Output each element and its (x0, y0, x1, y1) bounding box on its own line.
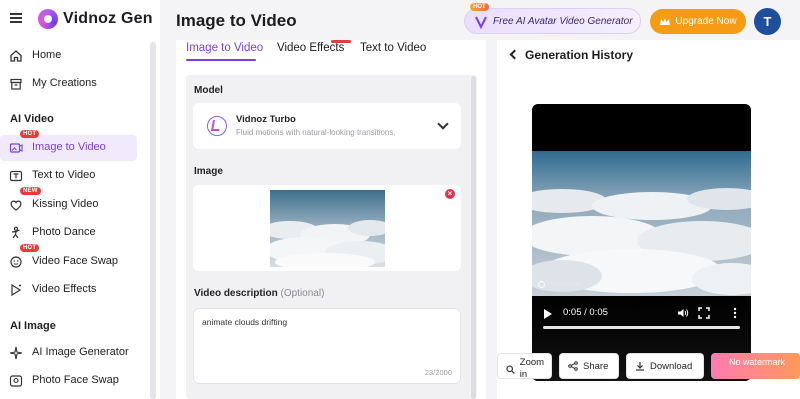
play-icon[interactable] (544, 309, 552, 319)
video-description-input[interactable]: animate clouds drifting 23/2000 (193, 308, 461, 384)
promo-label: Free AI Avatar Video Generator (493, 16, 633, 27)
logo-icon (38, 9, 58, 29)
video-time: 0:05 / 0:05 (563, 307, 608, 318)
new-marker (331, 40, 351, 43)
sidebar-item-home[interactable]: Home (0, 43, 137, 69)
logo-icon (538, 281, 545, 288)
sidebar-item-text-to-video[interactable]: Text to Video (0, 163, 137, 189)
form-scrollbar[interactable] (471, 76, 476, 399)
fullscreen-icon[interactable] (698, 307, 710, 319)
sidebar-item-label: Photo Face Swap (32, 374, 119, 386)
sidebar-item-label: AI Image Generator (32, 346, 129, 358)
photo-swap-icon (9, 375, 23, 387)
sidebar-item-kissing-video[interactable]: NEW Kissing Video (0, 187, 137, 218)
upgrade-label: Upgrade Now (675, 16, 737, 27)
sparkle-icon (9, 346, 23, 360)
text-video-icon (9, 170, 23, 182)
description-label: Video description (Optional) (194, 288, 325, 299)
effects-icon (11, 283, 22, 297)
sidebar-item-photo-dance[interactable]: Photo Dance (0, 220, 137, 246)
image-video-icon (9, 143, 23, 153)
tab-video-effects[interactable]: Video Effects (277, 42, 344, 54)
download-icon (636, 362, 644, 371)
sidebar-item-ai-image-generator[interactable]: AI Image Generator (0, 340, 137, 366)
model-label: Model (194, 85, 223, 96)
sidebar-item-label: Video Effects (32, 283, 97, 295)
model-select[interactable]: Vidnoz Turbo Fluid motions with natural-… (193, 103, 461, 149)
active-tab-indicator (186, 59, 256, 61)
share-icon (568, 361, 578, 371)
back-arrow-icon[interactable] (509, 49, 520, 60)
more-options-icon[interactable] (729, 307, 741, 319)
upgrade-button[interactable]: Upgrade Now (650, 9, 746, 34)
sidebar-item-photo-face-swap[interactable]: Photo Face Swap (0, 368, 137, 394)
model-name: Vidnoz Turbo (236, 114, 296, 125)
sidebar-item-label: Home (32, 49, 62, 61)
sidebar-item-video-effects[interactable]: Video Effects (0, 277, 137, 303)
dance-icon (11, 226, 20, 239)
archive-icon (10, 78, 22, 90)
generator-panel: Image to Video Video Effects Text to Vid… (176, 40, 486, 399)
search-icon (506, 365, 515, 374)
sidebar-item-label: Text to Video (32, 169, 96, 181)
video-progress-bar[interactable] (543, 326, 740, 329)
model-description: Fluid motions with natural-looking trans… (236, 128, 396, 137)
sidebar: Vidnoz Gen Home My Creations AI Video HO… (0, 0, 160, 399)
remove-image-icon[interactable]: × (445, 189, 455, 199)
character-counter: 23/2000 (424, 368, 452, 377)
new-badge: NEW (20, 187, 41, 195)
turbo-model-icon (207, 116, 227, 136)
section-title-ai-video: AI Video (10, 113, 54, 125)
chevron-down-icon (437, 118, 449, 130)
hot-badge: HOT (20, 130, 40, 138)
sidebar-scrollbar[interactable] (150, 42, 156, 399)
hot-badge: HOT (470, 3, 489, 11)
crown-icon (660, 17, 671, 25)
image-upload[interactable]: × (193, 185, 461, 271)
video-player[interactable]: Vidnoz Gen 0:05 / 0:05 (532, 104, 751, 381)
history-title: Generation History (525, 48, 634, 62)
menu-icon[interactable] (10, 13, 22, 23)
hot-badge: HOT (20, 244, 40, 252)
brand-bar: Vidnoz Gen (0, 0, 160, 40)
home-icon (10, 50, 22, 62)
sidebar-item-label: My Creations (32, 77, 97, 89)
sidebar-item-label: Kissing Video (32, 198, 99, 210)
zoom-in-button[interactable]: Zoom in (497, 353, 552, 380)
promo-banner[interactable]: HOT Free AI Avatar Video Generator (464, 3, 641, 34)
sidebar-item-label: Image to Video (32, 141, 106, 153)
sidebar-item-label: Photo Dance (32, 226, 96, 238)
description-value: animate clouds drifting (202, 317, 288, 327)
volume-icon[interactable] (677, 307, 689, 319)
sidebar-item-label: Video Face Swap (32, 255, 119, 267)
heart-icon (10, 200, 22, 211)
avatar-generator-icon (475, 16, 487, 29)
sidebar-item-my-creations[interactable]: My Creations (0, 71, 137, 97)
section-title-ai-image: AI Image (10, 320, 56, 332)
download-button[interactable]: Download (626, 353, 704, 379)
image-label: Image (194, 166, 223, 177)
uploaded-image-thumbnail (270, 190, 385, 267)
tab-image-to-video[interactable]: Image to Video (186, 42, 263, 54)
sidebar-item-image-to-video[interactable]: HOT Image to Video (0, 130, 137, 161)
sidebar-item-video-face-swap[interactable]: HOT Video Face Swap (0, 244, 137, 275)
share-button[interactable]: Share (559, 353, 619, 379)
page-title: Image to Video (176, 11, 297, 30)
brand-name: Vidnoz Gen (63, 10, 153, 27)
generation-history-panel: Generation History Vidnoz Gen 0:05 / 0:0… (497, 40, 800, 399)
no-watermark-button[interactable]: No watermark (711, 353, 800, 379)
face-swap-icon (10, 256, 22, 268)
video-frame (532, 151, 751, 296)
user-avatar[interactable]: T (754, 8, 781, 35)
tab-text-to-video[interactable]: Text to Video (360, 42, 426, 54)
watermark: Vidnoz Gen (538, 281, 581, 288)
